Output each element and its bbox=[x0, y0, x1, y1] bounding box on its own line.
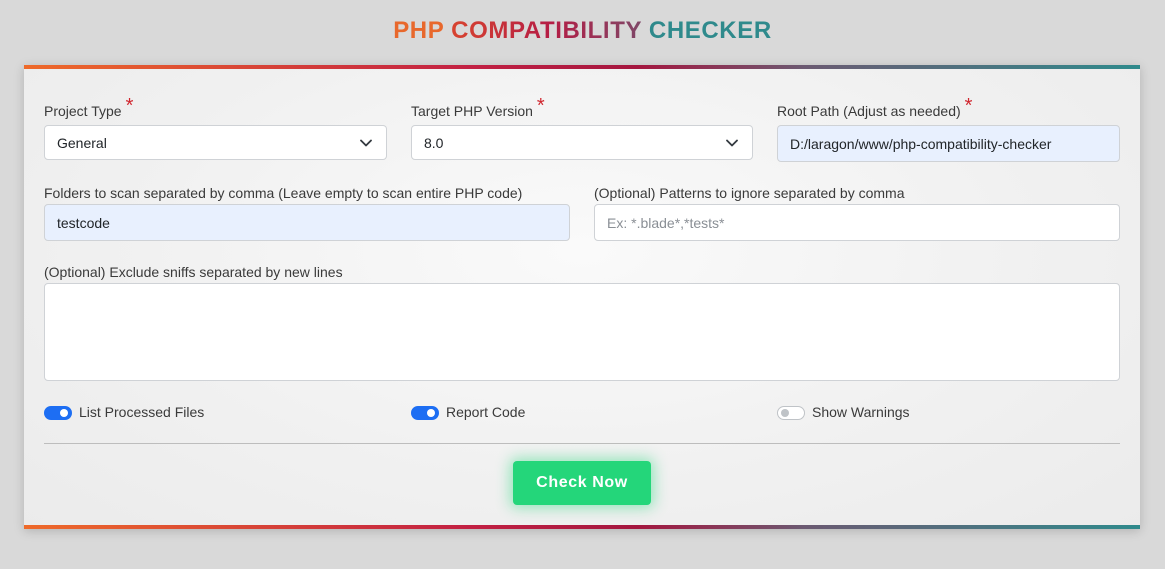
show-warnings-toggle[interactable] bbox=[777, 406, 805, 420]
folders-value: testcode bbox=[57, 214, 110, 231]
folders-label: Folders to scan separated by comma (Leav… bbox=[44, 185, 523, 201]
show-warnings-label: Show Warnings bbox=[812, 404, 910, 420]
root-path-label-text: Root Path (Adjust as needed) bbox=[777, 103, 961, 119]
list-processed-files-toggle[interactable] bbox=[44, 406, 72, 420]
root-path-input[interactable]: D:/laragon/www/php-compatibility-checker bbox=[777, 125, 1120, 162]
report-code-label: Report Code bbox=[446, 404, 526, 420]
divider bbox=[44, 443, 1120, 444]
project-type-select[interactable]: General bbox=[44, 125, 387, 160]
title-part-php: PHP bbox=[393, 17, 452, 44]
toggle-knob bbox=[60, 409, 68, 417]
title-part-compatibility: COMPATIBILITY bbox=[451, 17, 649, 44]
report-code-toggle[interactable] bbox=[411, 406, 439, 420]
ignore-patterns-label: (Optional) Patterns to ignore separated … bbox=[594, 185, 905, 201]
root-path-value: D:/laragon/www/php-compatibility-checker bbox=[790, 135, 1052, 152]
check-now-button[interactable]: Check Now bbox=[513, 461, 651, 505]
form-card: Project Type * General Target PHP Version… bbox=[24, 65, 1140, 529]
title-part-checker: CHECKER bbox=[648, 17, 772, 44]
required-asterisk: * bbox=[536, 95, 545, 117]
exclude-sniffs-textarea[interactable] bbox=[44, 283, 1120, 381]
toggle-knob bbox=[781, 409, 789, 417]
chevron-down-icon bbox=[360, 139, 372, 146]
target-php-version-value: 8.0 bbox=[424, 134, 444, 151]
root-path-label: Root Path (Adjust as needed) * bbox=[777, 95, 972, 122]
target-php-version-select[interactable]: 8.0 bbox=[411, 125, 753, 160]
toggle-knob bbox=[427, 409, 435, 417]
ignore-patterns-input[interactable]: Ex: *.blade*,*tests* bbox=[594, 204, 1120, 241]
exclude-sniffs-label: (Optional) Exclude sniffs separated by n… bbox=[44, 264, 343, 280]
project-type-label: Project Type * bbox=[44, 95, 133, 122]
target-php-version-label: Target PHP Version * bbox=[411, 95, 545, 122]
chevron-down-icon bbox=[726, 139, 738, 146]
list-processed-files-label: List Processed Files bbox=[79, 404, 205, 420]
ignore-patterns-placeholder: Ex: *.blade*,*tests* bbox=[607, 214, 725, 231]
page-title: PHP COMPATIBILITY CHECKER bbox=[0, 16, 1165, 46]
folders-input[interactable]: testcode bbox=[44, 204, 570, 241]
required-asterisk: * bbox=[125, 95, 134, 117]
required-asterisk: * bbox=[964, 95, 973, 117]
target-php-version-label-text: Target PHP Version bbox=[411, 103, 533, 119]
project-type-label-text: Project Type bbox=[44, 103, 122, 119]
project-type-value: General bbox=[57, 134, 107, 151]
card-top-gradient-bar bbox=[24, 65, 1140, 69]
card-bottom-gradient-bar bbox=[24, 525, 1140, 529]
